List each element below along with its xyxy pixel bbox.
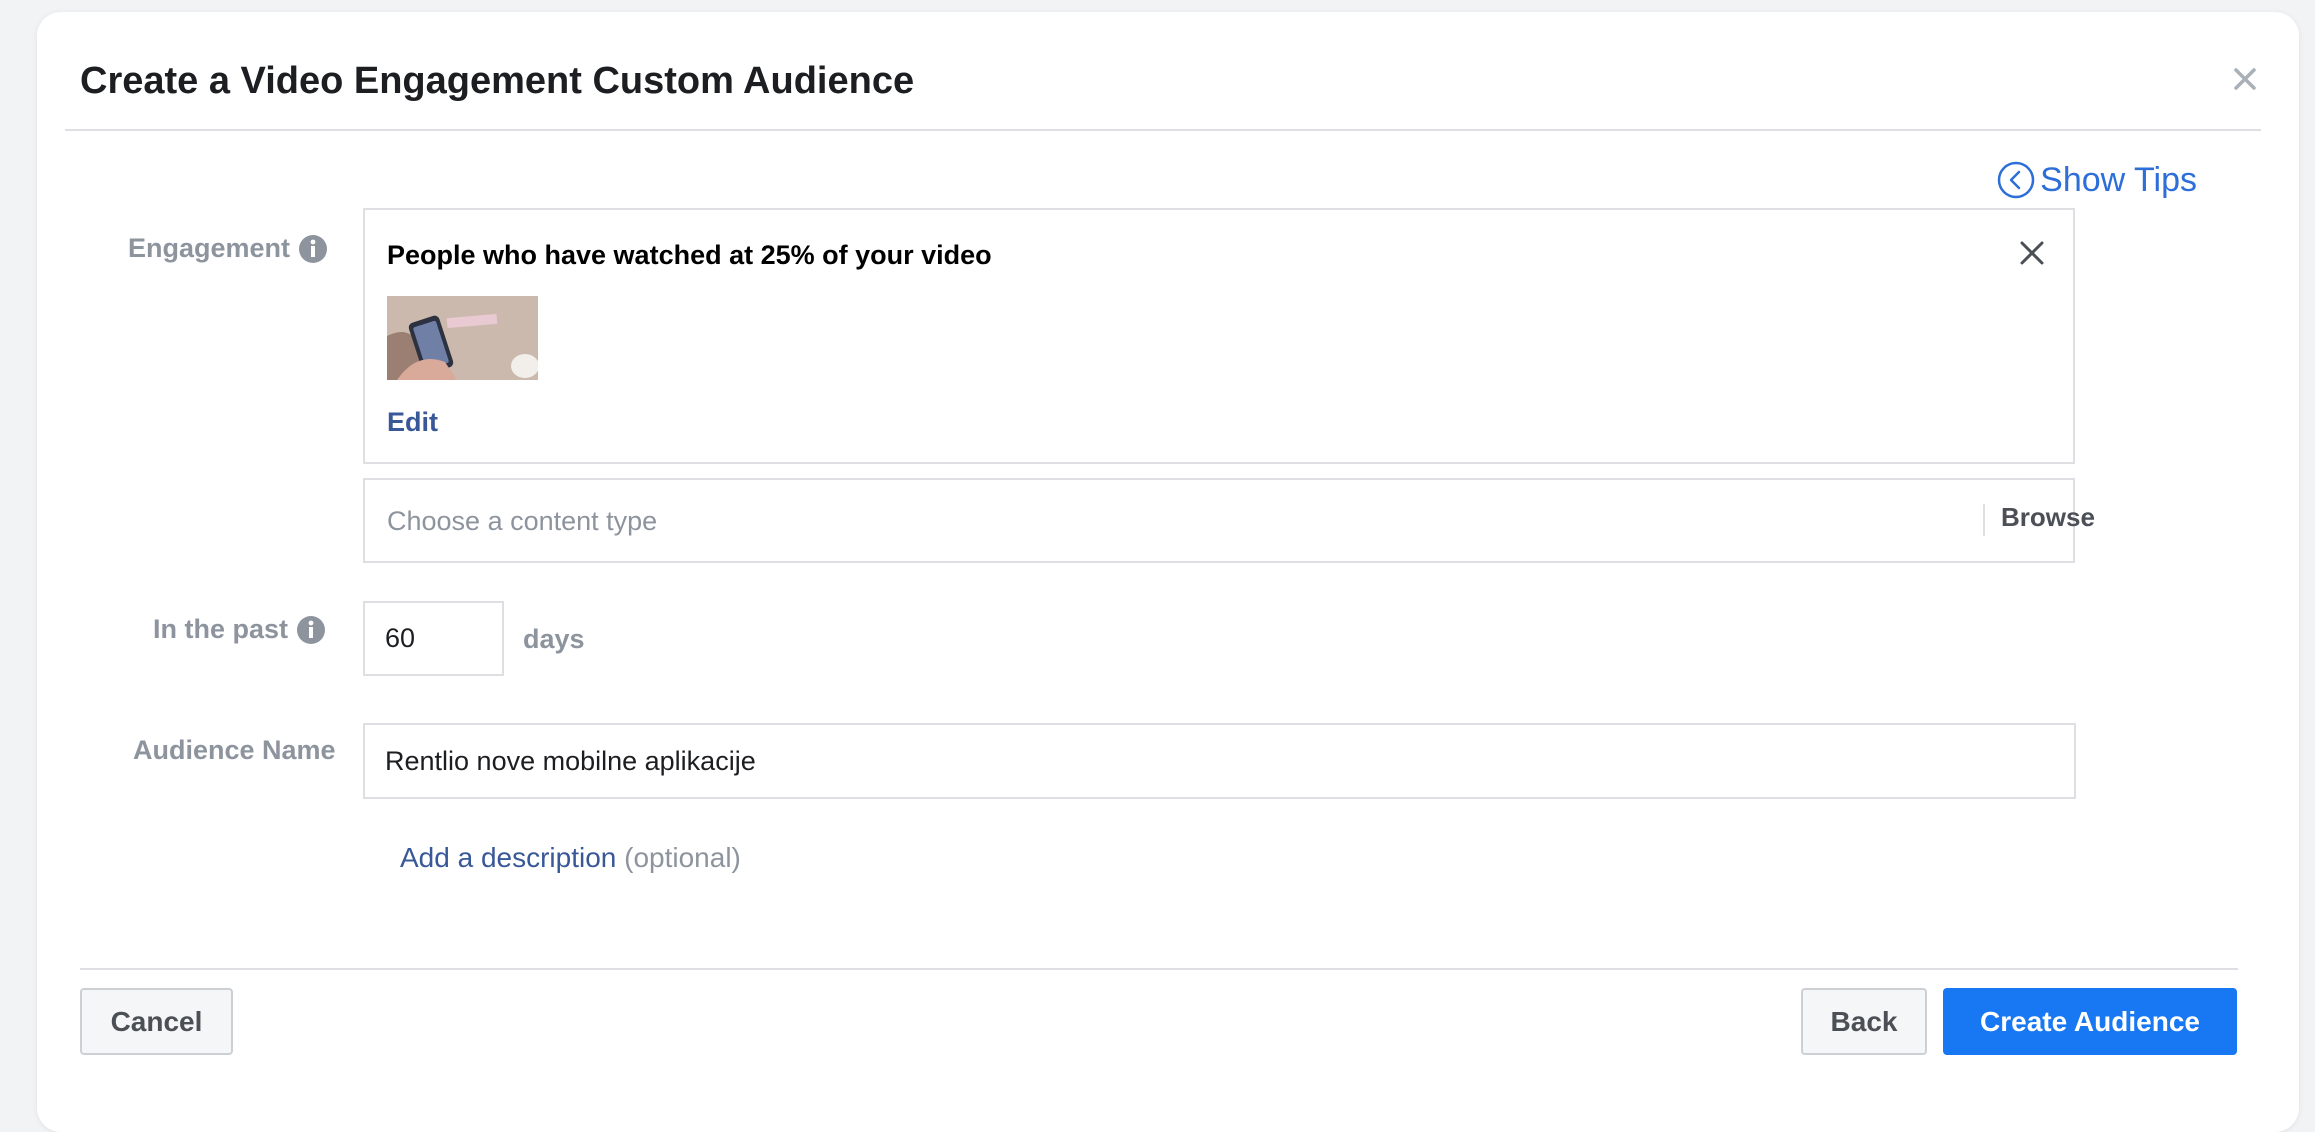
- retention-label: In the past: [153, 614, 289, 644]
- cancel-button[interactable]: Cancel: [80, 988, 233, 1055]
- retention-unit: days: [523, 624, 585, 654]
- browse-divider: [1983, 504, 1985, 536]
- remove-engagement-icon[interactable]: [2017, 238, 2047, 273]
- video-thumbnail: [387, 296, 538, 380]
- dialog-title: Create a Video Engagement Custom Audienc…: [80, 60, 915, 102]
- audience-name-input[interactable]: [363, 723, 2076, 799]
- footer-divider: [80, 968, 2238, 970]
- create-audience-dialog: Create a Video Engagement Custom Audienc…: [37, 12, 2299, 1132]
- browse-button[interactable]: Browse: [2001, 502, 2095, 533]
- back-button[interactable]: Back: [1801, 988, 1927, 1055]
- retention-days-input[interactable]: [363, 601, 504, 676]
- close-icon[interactable]: [2225, 59, 2265, 99]
- dialog-header: Create a Video Engagement Custom Audienc…: [65, 12, 2261, 131]
- engagement-selection-title: People who have watched at 25% of your v…: [387, 240, 992, 270]
- info-icon[interactable]: [298, 234, 328, 264]
- engagement-selection-card: People who have watched at 25% of your v…: [363, 208, 2075, 464]
- description-row: Add a description (optional): [400, 842, 741, 874]
- add-description-link[interactable]: Add a description: [400, 842, 616, 873]
- content-type-input[interactable]: [385, 480, 1889, 563]
- create-audience-button[interactable]: Create Audience: [1943, 988, 2237, 1055]
- audience-name-label: Audience Name: [133, 735, 336, 765]
- show-tips-label: Show Tips: [2040, 160, 2197, 199]
- description-optional-hint: (optional): [624, 842, 741, 873]
- chevron-left-circle-icon: [1997, 161, 2035, 199]
- content-type-field: Browse: [363, 478, 2095, 563]
- retention-label-row: In the past: [153, 614, 326, 645]
- info-icon[interactable]: [296, 615, 326, 645]
- engagement-label: Engagement: [128, 233, 291, 263]
- edit-engagement-link[interactable]: Edit: [387, 407, 438, 438]
- engagement-label-row: Engagement: [128, 233, 328, 264]
- show-tips-link[interactable]: Show Tips: [1996, 160, 2197, 200]
